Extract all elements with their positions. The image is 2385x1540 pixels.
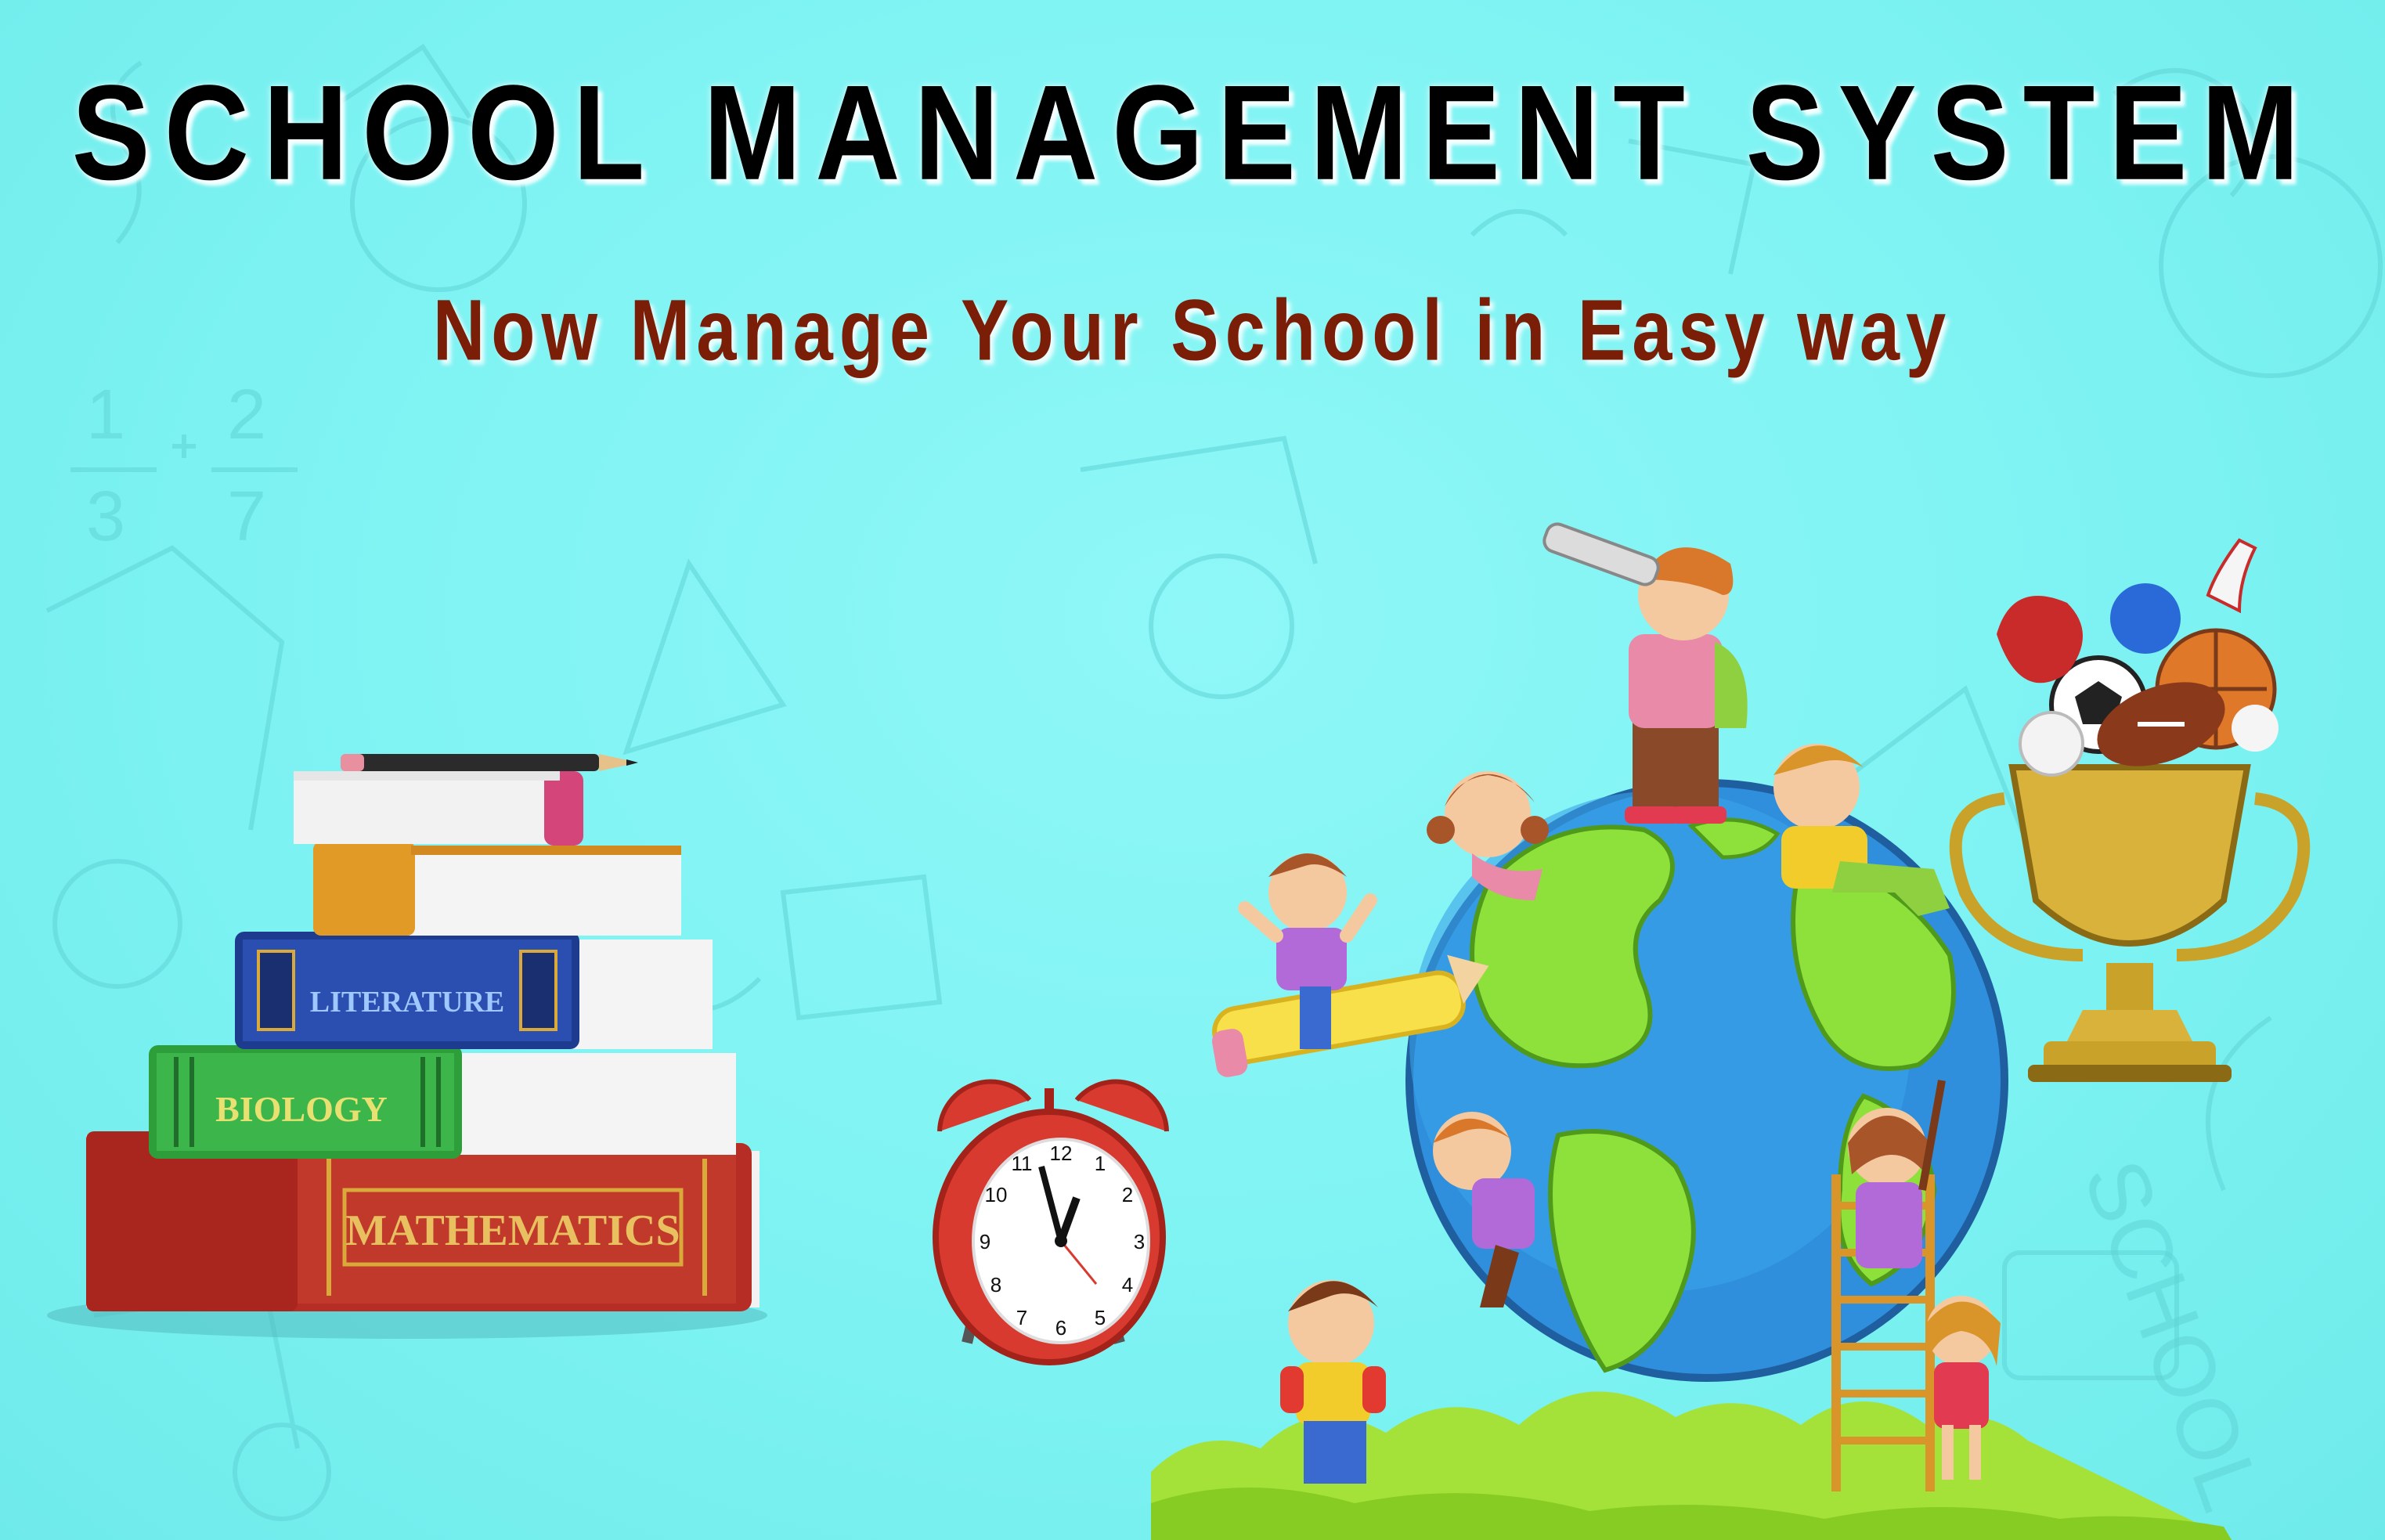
clock-number-6: 6 (1055, 1316, 1066, 1340)
book-literature: LITERATURE (235, 932, 713, 1049)
clock-number-4: 4 (1122, 1273, 1133, 1297)
kid-girl-lying (1427, 771, 1549, 900)
clock-number-7: 7 (1016, 1306, 1027, 1329)
clock-number-3: 3 (1134, 1230, 1145, 1253)
book-mathematics-label: MATHEMATICS (345, 1206, 680, 1255)
clock-number-9: 9 (980, 1230, 990, 1253)
trophy-icon (1949, 764, 2311, 1082)
illustration: MATHEMATICS BIOLOGY LITERATURE 12 1 2 3 … (47, 522, 2311, 1540)
clock-number-1: 1 (1095, 1152, 1106, 1175)
clock-number-10: 10 (985, 1183, 1008, 1206)
clock-number-2: 2 (1122, 1183, 1133, 1206)
book-biology-label: BIOLOGY (215, 1089, 388, 1129)
book-literature-label: LITERATURE (310, 986, 504, 1019)
book-orange (313, 842, 681, 936)
clock-number-12: 12 (1050, 1141, 1073, 1165)
book-pink (294, 771, 583, 846)
sports-balls (1997, 538, 2279, 777)
clock-number-8: 8 (990, 1273, 1001, 1297)
book-stack: MATHEMATICS BIOLOGY LITERATURE (47, 754, 767, 1339)
banner: 1 3 2 7 SCHOOL SCHOOL MANAGEMENT SYSTEM … (0, 0, 2385, 1540)
alarm-clock-icon: 12 1 2 3 4 5 6 7 8 9 10 11 (933, 1079, 1169, 1365)
clock-number-11: 11 (1012, 1152, 1033, 1175)
clock-number-5: 5 (1095, 1306, 1106, 1329)
book-biology: BIOLOGY (149, 1045, 736, 1159)
kid-telescope (1542, 522, 1748, 824)
pencil-icon (341, 754, 638, 771)
